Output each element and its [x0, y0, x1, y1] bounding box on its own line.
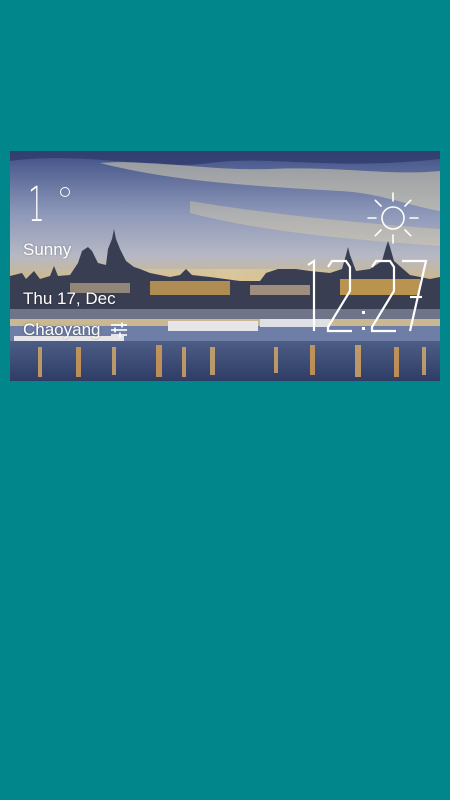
sliders-settings-icon[interactable] [109, 321, 129, 339]
sun-icon[interactable] [366, 191, 420, 245]
degree-symbol [60, 187, 70, 197]
date-label: Thu 17, Dec [23, 289, 116, 308]
temperature-display: 1 [28, 181, 70, 241]
weather-condition: Sunny [23, 240, 72, 259]
weather-clock-widget[interactable]: 1 Sunny Thu 17, Dec Chaoyang [10, 151, 440, 381]
clock-time[interactable] [306, 255, 430, 337]
location-label[interactable]: Chaoyang [23, 320, 101, 340]
location-row[interactable]: Chaoyang [23, 320, 129, 340]
temperature-value: 1 [28, 177, 45, 233]
